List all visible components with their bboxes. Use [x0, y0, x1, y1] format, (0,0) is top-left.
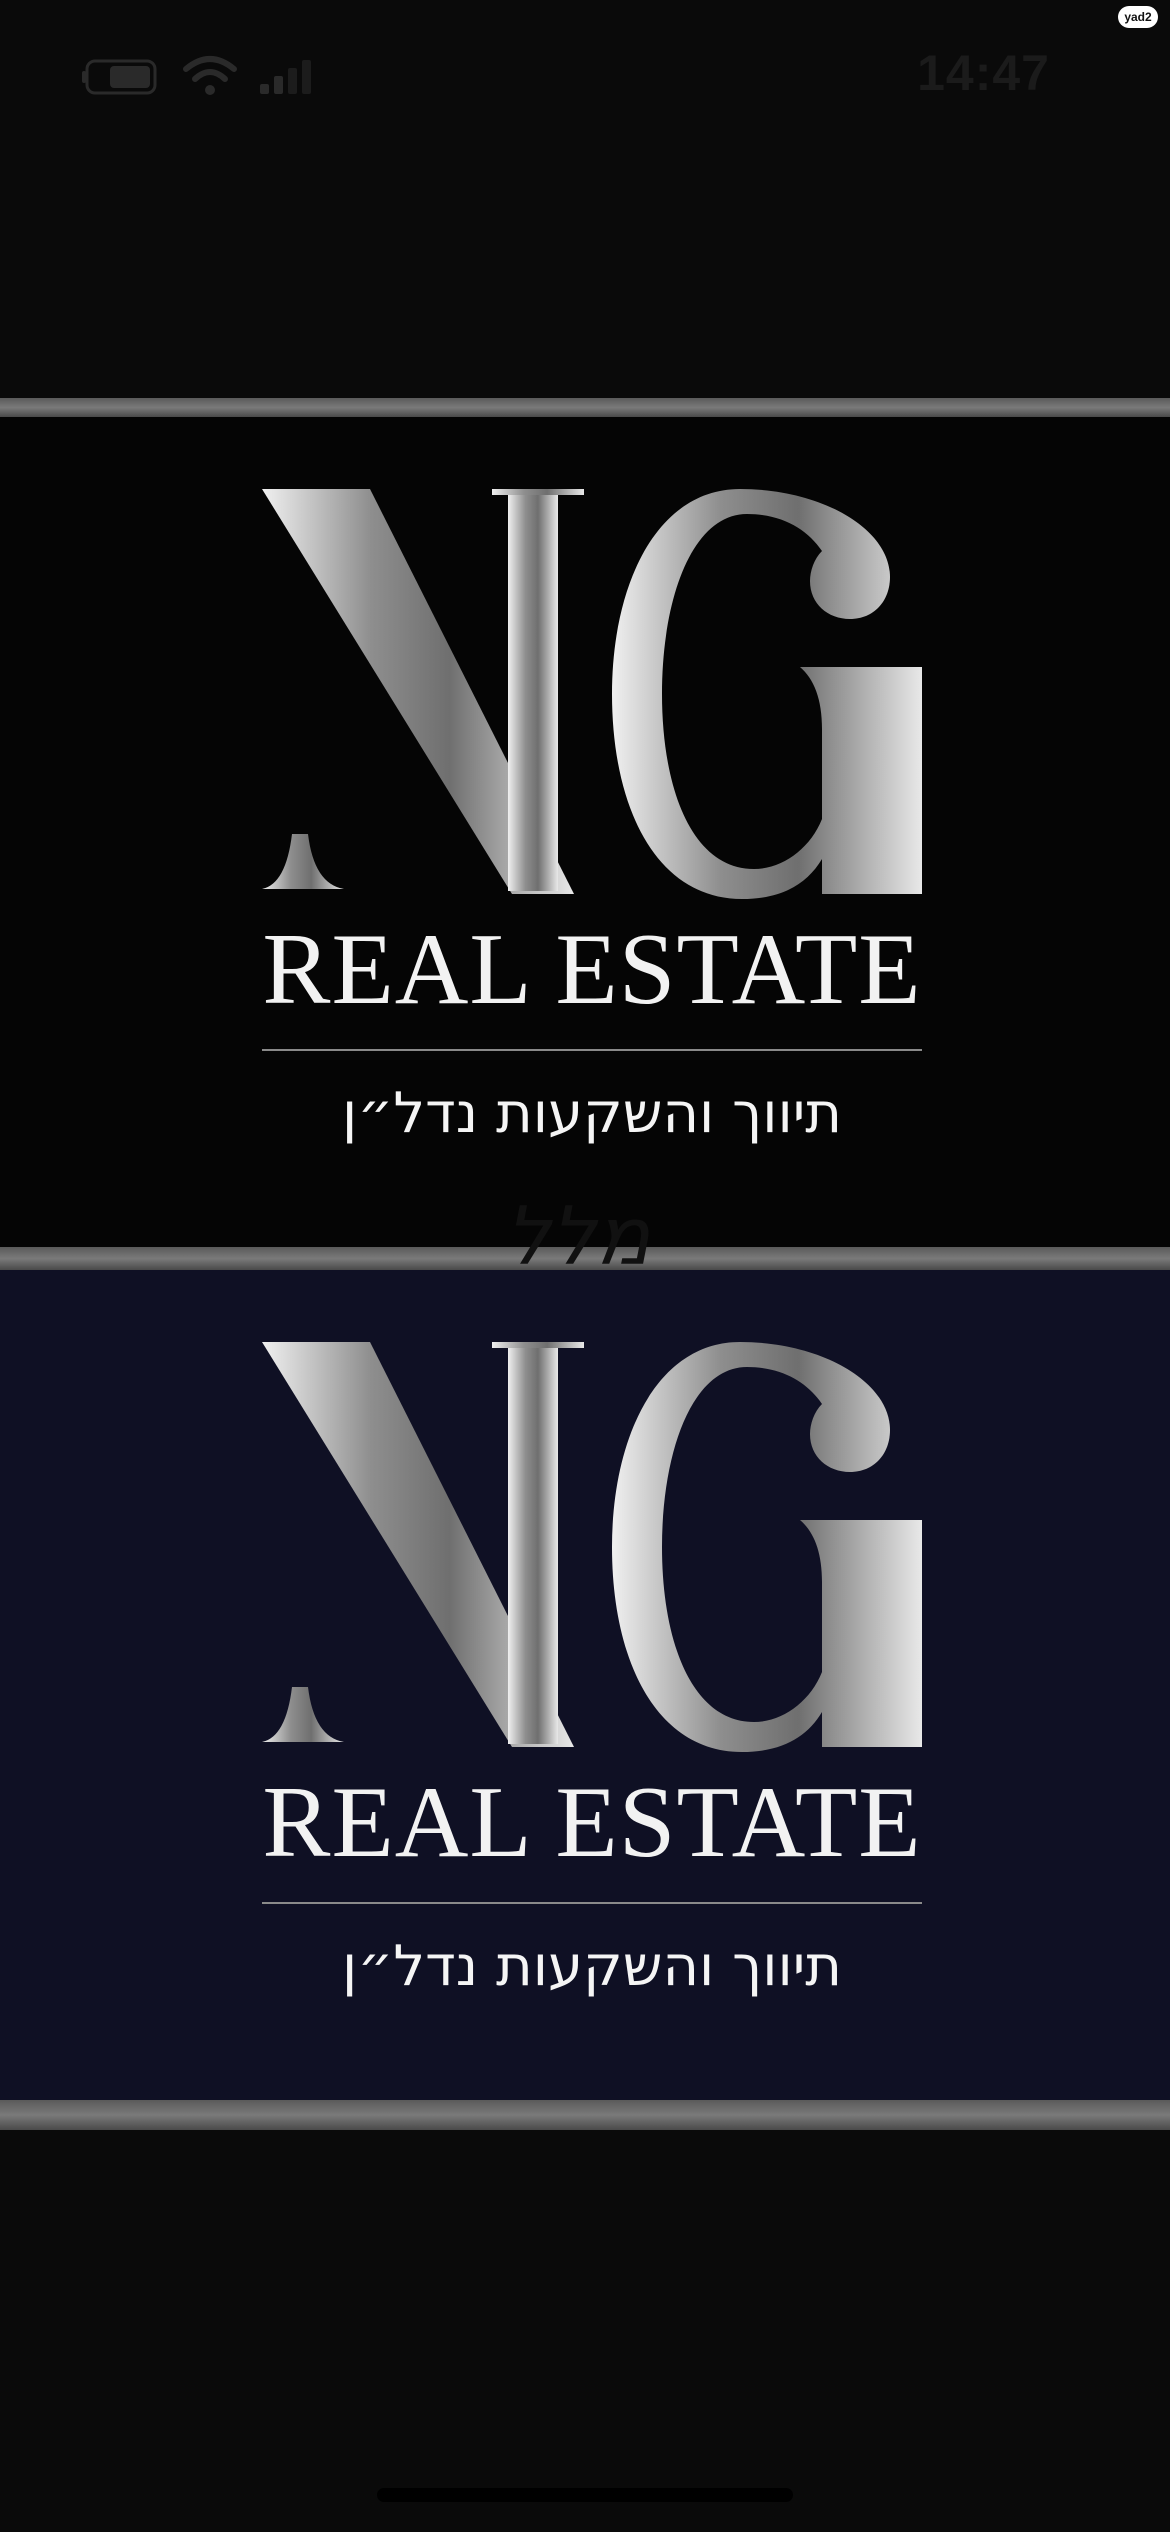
ng-logo-mark	[262, 489, 922, 899]
wifi-icon	[183, 56, 237, 95]
status-bar: 14:47 yad2	[0, 0, 1170, 150]
logo-subtitle: REAL ESTATE	[262, 913, 922, 1026]
logo-subtitle: REAL ESTATE	[262, 1766, 922, 1879]
logo-separator-line	[262, 1049, 922, 1051]
gallery-image-1[interactable]: REAL ESTATE תיווך והשקעות נדל״ן	[0, 417, 1170, 1247]
yad2-watermark: yad2	[1118, 6, 1158, 28]
signal-icon	[260, 60, 311, 94]
ng-logo: REAL ESTATE תיווך והשקעות נדל״ן	[262, 489, 922, 1149]
gallery-image-2[interactable]: REAL ESTATE תיווך והשקעות נדל״ן	[0, 1270, 1170, 2100]
logo-hebrew-tagline: תיווך והשקעות נדל״ן	[341, 1081, 843, 1146]
battery-icon	[82, 59, 157, 95]
ng-logo-mark	[262, 1342, 922, 1752]
gallery-divider-top	[0, 398, 1170, 417]
gallery-divider-bottom	[0, 2100, 1170, 2130]
logo-hebrew-tagline: תיווך והשקעות נדל״ן	[341, 1934, 843, 1999]
status-time: 14:47	[917, 45, 1050, 101]
overlay-caption: מלל	[505, 1190, 651, 1283]
ng-logo: REAL ESTATE תיווך והשקעות נדל״ן	[262, 1342, 922, 2002]
screen: 14:47 yad2 REAL ESTATE תיווך והשקעות נדל…	[0, 0, 1170, 2532]
logo-separator-line	[262, 1902, 922, 1904]
home-indicator[interactable]	[377, 2488, 793, 2502]
